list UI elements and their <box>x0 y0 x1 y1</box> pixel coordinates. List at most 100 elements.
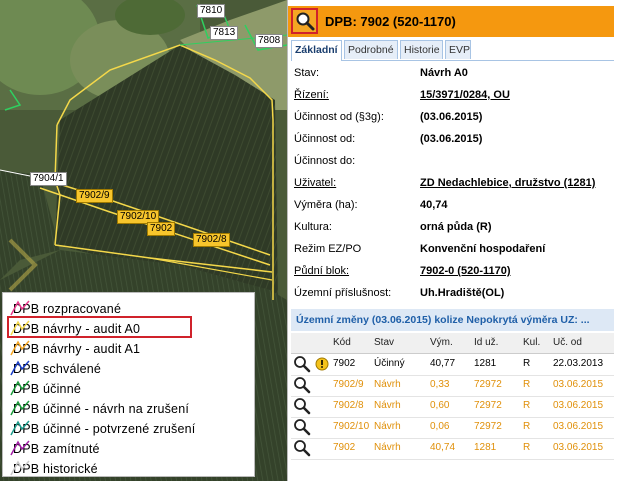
table-row[interactable]: 7902/10 Návrh 0,06 72972 R 03.06.2015 <box>291 417 614 439</box>
cell-od: 03.06.2015 <box>553 379 604 390</box>
legend-item: DPB účinné - návrh na zrušení <box>9 399 249 419</box>
panel-title: DPB: 7902 (520-1170) <box>325 14 456 29</box>
cell-kul: R <box>523 400 531 411</box>
tab-bar: Základní Podrobné Historie EVP <box>291 40 614 61</box>
cell-stav: Návrh <box>374 400 401 411</box>
legend-line-icon <box>10 340 30 356</box>
parcel-label-7904-1: 7904/1 <box>30 172 67 186</box>
parcel-label-7902-9[interactable]: 7902/9 <box>76 189 113 203</box>
detail-value[interactable]: ZD Nedachlebice, družstvo (1281) <box>420 177 595 189</box>
parcel-label-7902[interactable]: 7902 <box>147 222 176 236</box>
magnifier-icon[interactable] <box>293 397 311 415</box>
cell-vym: 40,74 <box>430 442 456 453</box>
cell-vym: 0,33 <box>430 379 450 390</box>
cell-od: 03.06.2015 <box>553 421 604 432</box>
cell-id: 1281 <box>474 442 497 453</box>
legend-line-icon <box>10 320 30 336</box>
legend-item: DPB rozpracované <box>9 299 249 319</box>
col-kod[interactable]: Kód <box>333 337 351 348</box>
detail-row: Stav: Návrh A0 <box>294 63 614 85</box>
detail-row: Půdní blok: 7902-0 (520-1170) <box>294 261 614 283</box>
magnifier-icon[interactable] <box>293 376 311 394</box>
detail-key[interactable]: Půdní blok: <box>294 265 349 277</box>
cell-stav: Návrh <box>374 379 401 390</box>
cell-vym: 0,06 <box>430 421 450 432</box>
cell-vym: 40,77 <box>430 358 456 369</box>
col-stav[interactable]: Stav <box>374 337 394 348</box>
map-view[interactable]: 7810 7813 7808 7904/1 7902/9 7902/10 790… <box>0 0 287 481</box>
legend-line-icon <box>10 460 30 476</box>
legend-item-label: DPB účinné - potvrzené zrušení <box>13 422 196 436</box>
warning-icon <box>315 357 329 371</box>
col-kul[interactable]: Kul. <box>523 337 540 348</box>
detail-key: Stav: <box>294 67 320 79</box>
cell-kul: R <box>523 358 531 369</box>
col-id[interactable]: Id už. <box>474 337 498 348</box>
cell-kul: R <box>523 379 531 390</box>
detail-value: (03.06.2015) <box>420 111 483 123</box>
detail-value: Návrh A0 <box>420 67 468 79</box>
tab-evp[interactable]: EVP <box>445 40 471 59</box>
legend-item-label: DPB účinné - návrh na zrušení <box>13 402 190 416</box>
magnifier-icon[interactable] <box>293 355 311 373</box>
cell-kod: 7902 <box>333 358 356 369</box>
cell-od: 22.03.2013 <box>553 358 604 369</box>
parcel-label-7808: 7808 <box>255 34 284 48</box>
legend-item: DPB návrhy - audit A1 <box>9 339 249 359</box>
table-row[interactable]: 7902 Účinný 40,77 1281 R 22.03.2013 <box>291 354 614 376</box>
tab-podrobne[interactable]: Podrobné <box>344 40 398 59</box>
legend-line-icon <box>10 380 30 396</box>
col-ucod[interactable]: Uč. od <box>553 337 582 348</box>
legend-line-path <box>10 380 30 396</box>
detail-key: Územní příslušnost: <box>294 287 392 299</box>
detail-row: Účinnost do: <box>294 151 614 173</box>
detail-key: Účinnost do: <box>294 155 356 167</box>
cell-id: 1281 <box>474 358 497 369</box>
magnifier-icon[interactable] <box>293 418 311 436</box>
detail-key: Výměra (ha): <box>294 199 358 211</box>
legend-item: DPB návrhy - audit A0 <box>9 319 249 339</box>
table-row[interactable]: 7902/9 Návrh 0,33 72972 R 03.06.2015 <box>291 375 614 397</box>
col-vym[interactable]: Vým. <box>430 337 453 348</box>
detail-key: Účinnost od: <box>294 133 356 145</box>
legend-line-icon <box>10 440 30 456</box>
panel-title-bar: DPB: 7902 (520-1170) <box>288 6 614 37</box>
detail-row: Režim EZ/PO Konvenční hospodaření <box>294 239 614 261</box>
legend-item: DPB zamítnuté <box>9 439 249 459</box>
tab-zakladni[interactable]: Základní <box>291 40 342 61</box>
legend-item: DPB schválené <box>9 359 249 379</box>
table-row[interactable]: 7902 Návrh 40,74 1281 R 03.06.2015 <box>291 438 614 460</box>
cell-vym: 0,60 <box>430 400 450 411</box>
cell-od: 03.06.2015 <box>553 400 604 411</box>
table-row[interactable]: 7902/8 Návrh 0,60 72972 R 03.06.2015 <box>291 396 614 418</box>
legend-line-path <box>10 360 30 376</box>
cell-kod: 7902/8 <box>333 400 364 411</box>
cell-kul: R <box>523 421 531 432</box>
detail-value: orná půda (R) <box>420 221 492 233</box>
table-header: Kód Stav Vým. Id už. Kul. Uč. od <box>291 333 614 354</box>
tab-historie[interactable]: Historie <box>400 40 443 59</box>
detail-row: Řízení: 15/3971/0284, OU <box>294 85 614 107</box>
cell-od: 03.06.2015 <box>553 442 604 453</box>
cell-id: 72972 <box>474 379 502 390</box>
cell-id: 72972 <box>474 421 502 432</box>
legend-line-icon <box>10 300 30 316</box>
legend-item-label: DPB návrhy - audit A1 <box>13 342 141 356</box>
detail-value[interactable]: 7902-0 (520-1170) <box>420 265 511 277</box>
zmeny-header[interactable]: Územní změny (03.06.2015) kolize Nepokry… <box>291 309 614 331</box>
detail-key: Účinnost od (§3g): <box>294 111 384 123</box>
cell-id: 72972 <box>474 400 502 411</box>
detail-value: Konvenční hospodaření <box>420 243 546 255</box>
magnifier-icon[interactable] <box>293 439 311 457</box>
detail-key: Režim EZ/PO <box>294 243 362 255</box>
legend-item-label: DPB návrhy - audit A0 <box>13 322 141 336</box>
search-button[interactable] <box>291 8 318 34</box>
detail-value[interactable]: 15/3971/0284, OU <box>420 89 510 101</box>
legend-item: DPB účinné <box>9 379 249 399</box>
parcel-label-7902-8[interactable]: 7902/8 <box>193 233 230 247</box>
legend-line-path <box>10 400 30 416</box>
detail-key[interactable]: Uživatel: <box>294 177 336 189</box>
detail-key[interactable]: Řízení: <box>294 89 329 101</box>
legend-line-icon <box>10 360 30 376</box>
detail-value: 40,74 <box>420 199 448 211</box>
